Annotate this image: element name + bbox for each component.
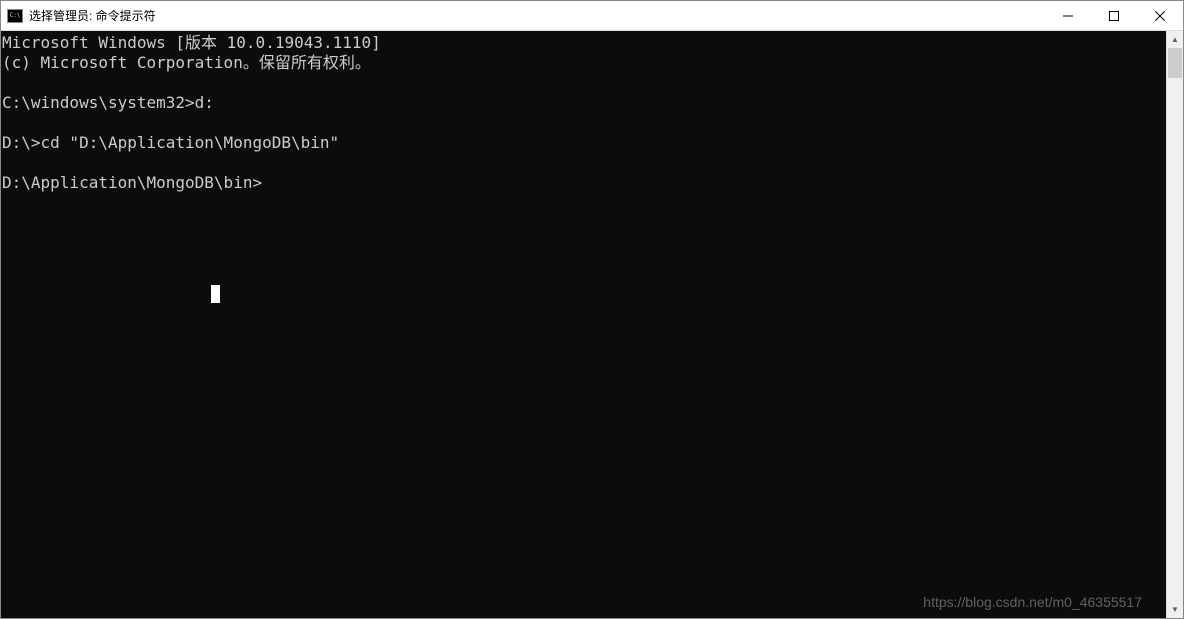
terminal-line: C:\windows\system32>d: — [2, 93, 214, 112]
terminal-output[interactable]: Microsoft Windows [版本 10.0.19043.1110] (… — [1, 31, 1166, 618]
minimize-button[interactable] — [1045, 1, 1091, 30]
cmd-icon — [7, 9, 23, 23]
terminal-line: Microsoft Windows [版本 10.0.19043.1110] — [2, 33, 381, 52]
close-icon — [1155, 11, 1165, 21]
title-left: 选择管理员: 命令提示符 — [1, 7, 156, 24]
window-title: 选择管理员: 命令提示符 — [29, 7, 156, 24]
vertical-scrollbar[interactable]: ▲ ▼ — [1166, 31, 1183, 618]
watermark-text: https://blog.csdn.net/m0_46355517 — [923, 592, 1142, 612]
terminal-line: (c) Microsoft Corporation。保留所有权利。 — [2, 53, 371, 72]
maximize-button[interactable] — [1091, 1, 1137, 30]
terminal-cursor — [211, 285, 220, 303]
terminal-line: D:\>cd "D:\Application\MongoDB\bin" — [2, 133, 339, 152]
scroll-thumb[interactable] — [1168, 48, 1182, 78]
minimize-icon — [1063, 11, 1073, 21]
close-button[interactable] — [1137, 1, 1183, 30]
maximize-icon — [1109, 11, 1119, 21]
command-prompt-window: 选择管理员: 命令提示符 Microsoft Windows [版本 10.0.… — [0, 0, 1184, 619]
terminal-wrapper: Microsoft Windows [版本 10.0.19043.1110] (… — [1, 31, 1183, 618]
terminal-line: D:\Application\MongoDB\bin> — [2, 173, 262, 192]
scroll-down-arrow-icon[interactable]: ▼ — [1167, 601, 1183, 618]
title-bar[interactable]: 选择管理员: 命令提示符 — [1, 1, 1183, 31]
window-controls — [1045, 1, 1183, 30]
scroll-up-arrow-icon[interactable]: ▲ — [1167, 31, 1183, 48]
